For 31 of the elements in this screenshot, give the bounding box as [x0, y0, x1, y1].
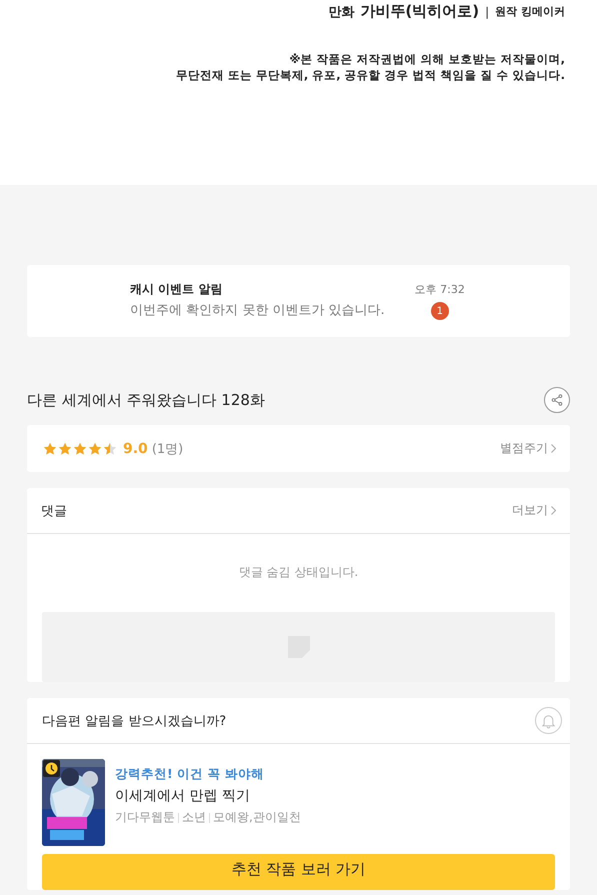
art-credit-label: 만화 — [328, 4, 354, 20]
notification-time: 오후 7:32 — [414, 282, 465, 297]
more-link[interactable]: 더보기 — [512, 502, 556, 519]
recommendation-meta: 모예왕,관이일천 — [213, 809, 301, 826]
notification-message: 이번주에 확인하지 못한 이벤트가 있습니다. — [130, 302, 385, 319]
comments-hidden-message: 댓글 숨김 상태입니다. — [238, 565, 358, 579]
recommendation-meta: 기다무웹툰 — [115, 809, 175, 826]
clock-icon — [43, 760, 60, 777]
rating-score: 9.0 — [123, 440, 148, 456]
rating-count: (1명) — [152, 440, 184, 458]
next-episode-alert-question: 다음편 알림을 받으시겠습니까? — [42, 712, 226, 730]
unread-count: 1 — [430, 302, 449, 320]
event-notification-card[interactable]: 캐시 이벤트 알림 이번주에 확인하지 못한 이벤트가 있습니다. 오후 7:32 1 — [27, 265, 570, 337]
comments-title: 댓글 — [41, 502, 67, 520]
chevron-icon — [551, 444, 556, 453]
chevron-icon — [551, 506, 556, 515]
copyright-notice: ※본 작품은 저작권법에 의해 보호받는 저작물이며, — [289, 51, 565, 67]
original-credit: 원작 킹메이커 — [495, 4, 565, 19]
share-button[interactable] — [544, 387, 570, 413]
recommendation-meta: 소년 — [182, 809, 206, 826]
share-icon — [551, 393, 563, 407]
episode-title: 다른 세계에서 주워왔습니다 128화 — [27, 390, 265, 410]
notification-title: 캐시 이벤트 알림 — [130, 281, 224, 298]
recommendation-tagline: 강력추천! 이건 꼭 봐야해 — [115, 766, 265, 783]
bell-icon — [542, 712, 555, 728]
artist-name: 가비뚜(빅히어로) — [360, 2, 480, 21]
separator: | — [485, 4, 490, 18]
rate-button[interactable]: 별점주기 — [500, 440, 556, 457]
recommended-title[interactable]: 이세계에서 만렙 찍기 — [115, 787, 301, 805]
copyright-notice: 무단전재 또는 무단복제, 유포, 공유할 경우 법적 책임을 질 수 있습니다. — [176, 67, 565, 83]
recommendation-button[interactable]: 추천 작품 보러 가기 — [42, 854, 555, 890]
